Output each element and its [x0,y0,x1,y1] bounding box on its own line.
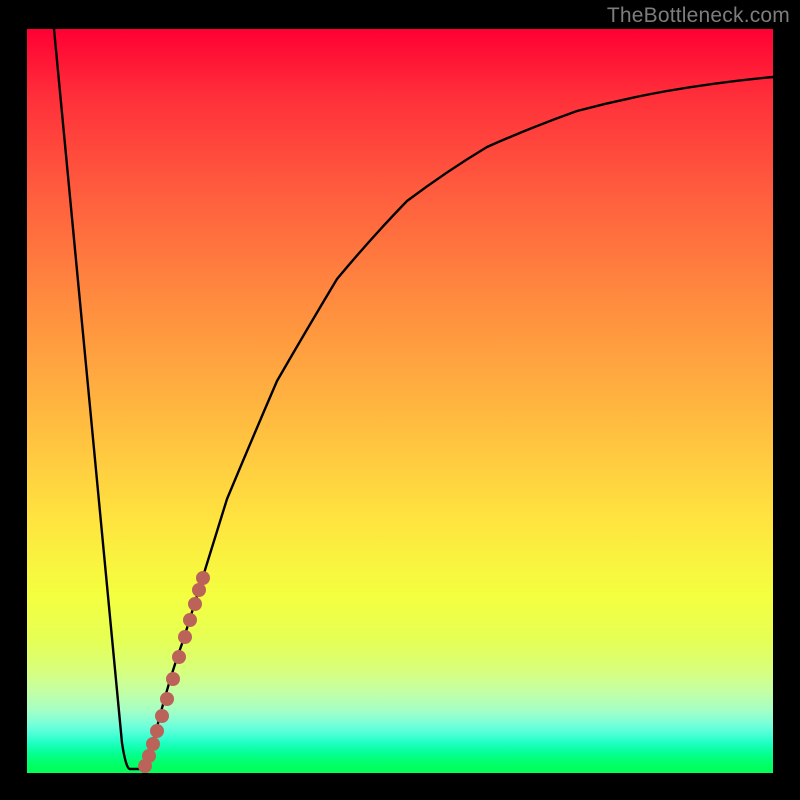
plot-area [27,29,773,773]
dot-cluster [138,571,210,773]
watermark-text: TheBottleneck.com [607,4,790,28]
chart-svg [27,29,773,773]
bottleneck-curve [54,29,773,769]
chart-frame: TheBottleneck.com [0,0,800,800]
